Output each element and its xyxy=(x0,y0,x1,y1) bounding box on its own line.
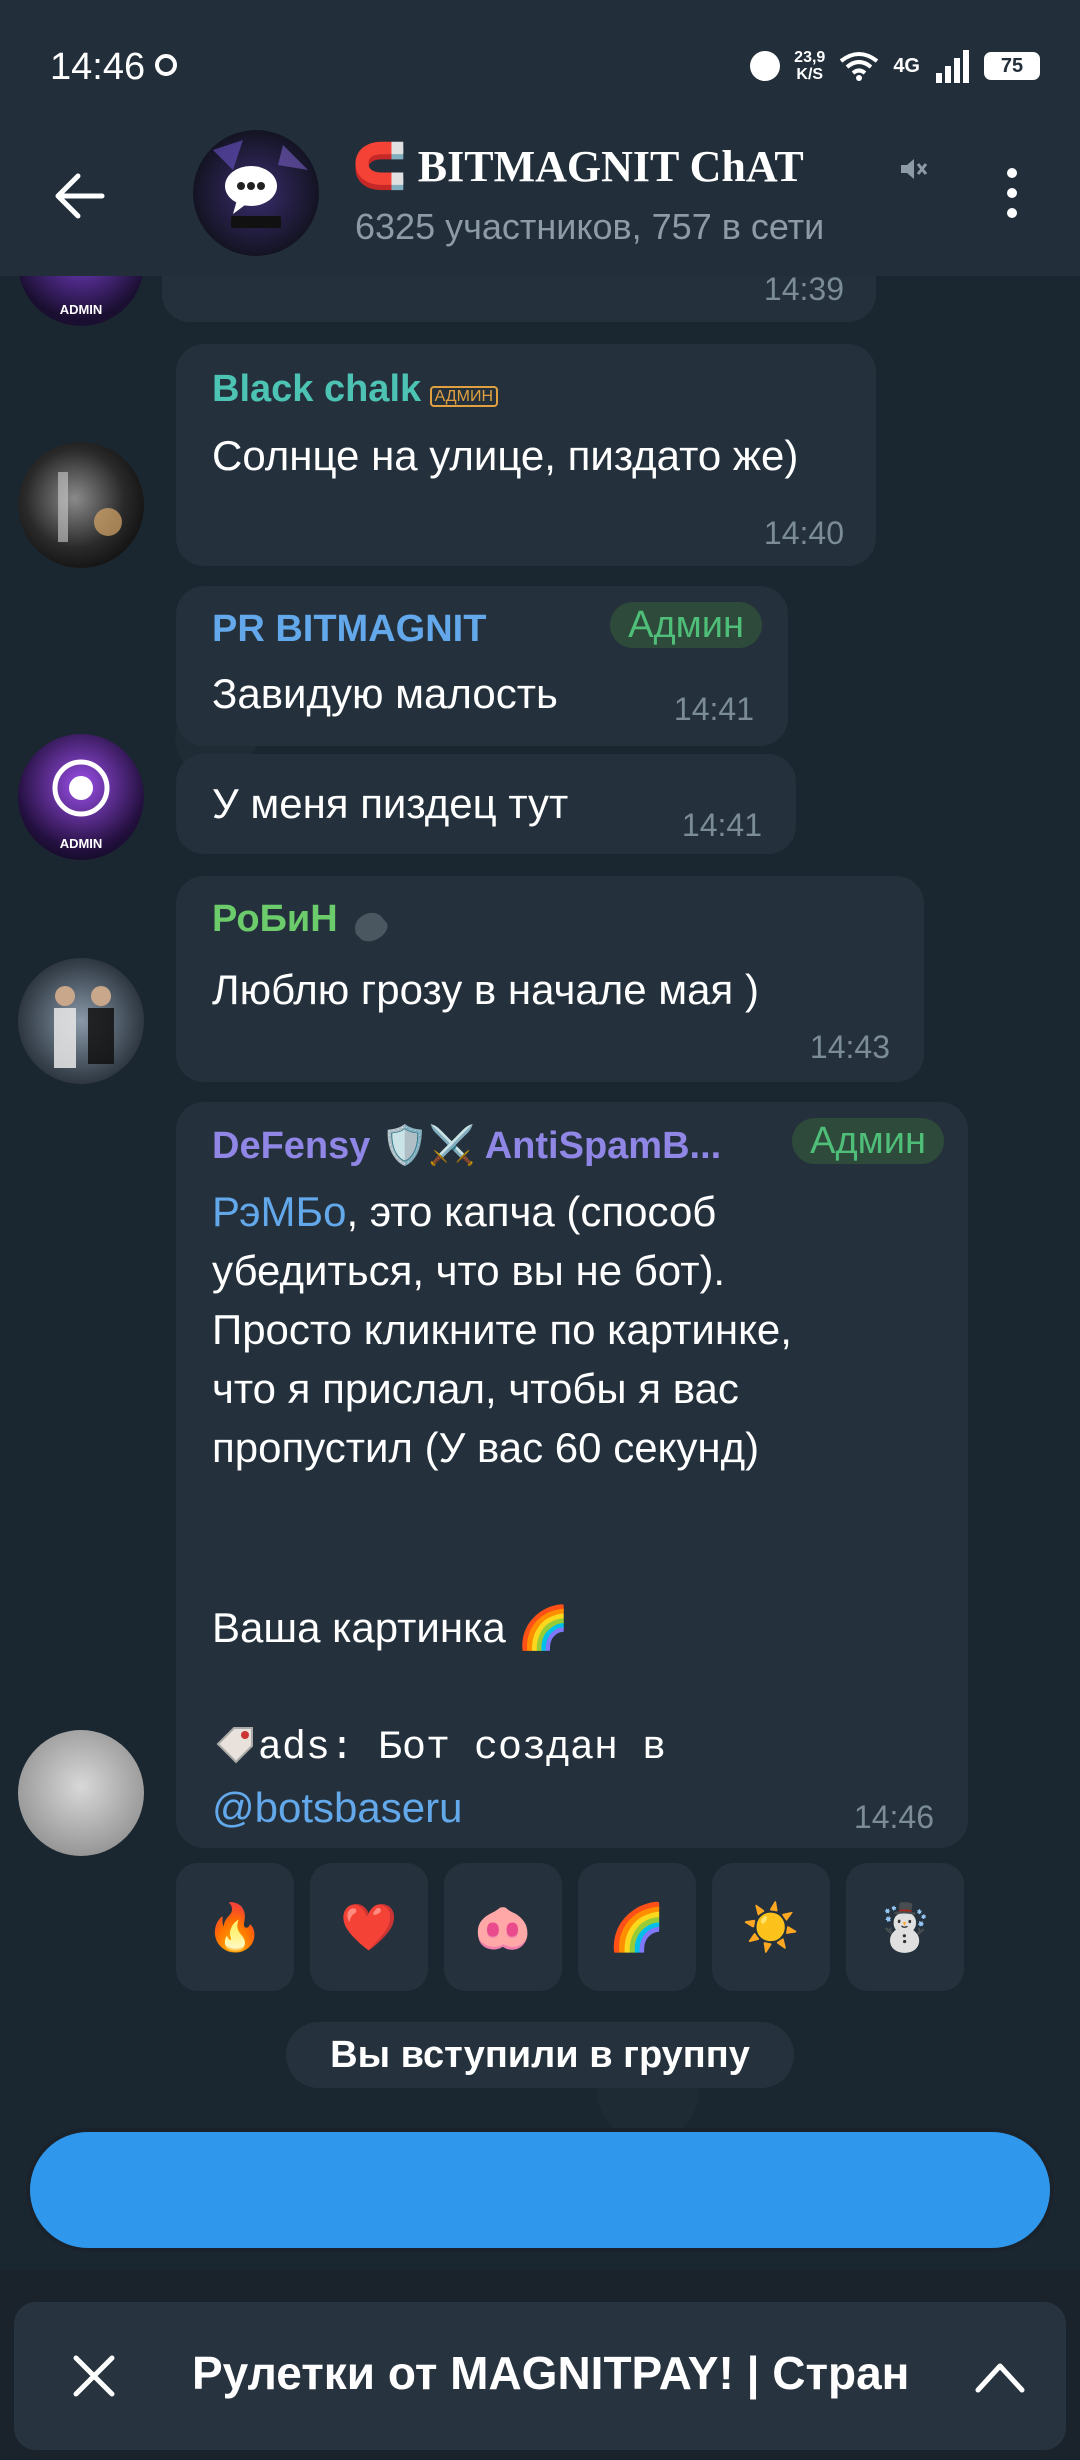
status-icons: 23,9 K/S 4G 75 xyxy=(750,44,1040,88)
message-text: Завидую малость xyxy=(212,670,558,717)
reaction-button[interactable]: 🔥 xyxy=(176,1863,294,1991)
user-photo-icon xyxy=(58,472,122,542)
reaction-button[interactable]: 🌈 xyxy=(578,1863,696,1991)
muted-icon xyxy=(901,159,928,179)
ads-text: ads: Бот создан в xyxy=(258,1726,667,1771)
group-members-count: 6325 участников, 757 в сети xyxy=(355,206,825,247)
magnet-icon: 🧲 xyxy=(352,142,407,191)
back-arrow-icon[interactable] xyxy=(52,168,108,224)
picture-line: Ваша картинка 🌈 xyxy=(212,1604,570,1651)
message-time: 14:46 xyxy=(853,1799,934,1835)
message-text: РэМБо, это капча (способ убедиться, что … xyxy=(212,1182,852,1477)
message-bubble[interactable]: DeFensy 🛡️⚔️ AntiSpamB... Админ РэМБо, э… xyxy=(176,1102,968,1848)
network-speed: 23,9 K/S xyxy=(794,49,825,83)
user-mention[interactable]: РэМБо xyxy=(212,1188,346,1235)
avatar-admin[interactable]: ADMIN xyxy=(18,734,144,860)
message-time: 14:41 xyxy=(681,807,762,843)
tag-icon xyxy=(216,1726,253,1764)
status-bar: 14:46 23,9 K/S 4G 75 xyxy=(0,0,1080,140)
service-message: Вы вступили в группу xyxy=(286,2022,794,2088)
message-header: РоБиН xyxy=(212,898,394,950)
message-bubble[interactable]: РоБиН Люблю грозу в начале мая ) 14:43 xyxy=(176,876,924,1082)
alarm-icon xyxy=(750,51,781,81)
input-area xyxy=(0,2110,1080,2260)
message-bubble[interactable]: PR BITMAGNIT Админ Завидую малость 14:41 xyxy=(176,586,788,746)
message-bubble[interactable]: Black chalk АДМИН Солнце на улице, пизда… xyxy=(176,344,876,566)
battery-indicator: 75 xyxy=(984,52,1040,80)
reaction-button[interactable]: 🐽 xyxy=(444,1863,562,1991)
sender-name[interactable]: РоБиН xyxy=(212,898,338,940)
bottom-action-button[interactable] xyxy=(30,2132,1050,2248)
network-speed-value: 23,9 xyxy=(794,49,826,66)
admin-badge: Админ xyxy=(610,602,762,648)
group-avatar[interactable] xyxy=(193,130,319,256)
message-text: Солнце на улице, пиздато же) xyxy=(212,432,799,479)
chat-header: 🧲 BITMAGNIT ChAT 6325 участников, 757 в … xyxy=(0,120,1080,276)
admin-badge: Админ xyxy=(792,1118,944,1164)
admin-badge-label: Админ xyxy=(792,1118,944,1164)
network-speed-unit: K/S xyxy=(796,66,824,83)
network-type: 4G xyxy=(893,54,920,77)
group-title[interactable]: 🧲 BITMAGNIT ChAT xyxy=(352,140,932,192)
svg-text:ADMIN: ADMIN xyxy=(60,302,103,317)
pinned-text: Рулетки от MAGNITPAY! | Стран xyxy=(192,2347,910,2399)
chat-bubble-icon xyxy=(213,140,308,228)
sender-name[interactable]: Black chalk xyxy=(212,368,421,410)
more-menu-icon[interactable] xyxy=(1000,168,1024,228)
ads-line: ads: Бот создан в @botsbaseru xyxy=(212,1714,912,1837)
message-time: 14:41 xyxy=(673,691,754,727)
group-title-text: BITMAGNIT ChAT xyxy=(417,142,804,191)
bottom-panel: Рулетки от MAGNITPAY! | Стран xyxy=(0,2270,1080,2460)
message-header: Black chalk АДМИН xyxy=(212,368,499,411)
pinned-banner[interactable]: Рулетки от MAGNITPAY! | Стран xyxy=(14,2302,1066,2450)
close-icon[interactable] xyxy=(66,2348,122,2404)
wifi-icon xyxy=(840,52,879,81)
message-time: 14:43 xyxy=(809,1029,890,1065)
reaction-button[interactable]: ❤️ xyxy=(310,1863,428,1991)
message-time: 14:39 xyxy=(763,271,844,307)
reaction-button[interactable]: ☃️ xyxy=(846,1863,964,1991)
message-text: У меня пиздец тут xyxy=(212,780,569,827)
ads-link[interactable]: @botsbaseru xyxy=(212,1784,462,1831)
message-text: Люблю грозу в начале мая ) xyxy=(212,966,759,1013)
avatar-black-chalk[interactable] xyxy=(18,442,144,568)
sender-name[interactable]: DeFensy 🛡️⚔️ AntiSpamB... xyxy=(212,1124,721,1168)
sender-name[interactable]: PR BITMAGNIT xyxy=(212,608,486,651)
admin-tag: АДМИН xyxy=(429,385,499,407)
chevron-up-icon[interactable] xyxy=(972,2352,1028,2400)
user-photo-icon xyxy=(54,986,114,1068)
signal-icon xyxy=(936,50,969,83)
avatar-defensy-bot[interactable] xyxy=(18,1730,144,1856)
avatar-robin[interactable] xyxy=(18,958,144,1084)
premium-emoji-icon xyxy=(355,912,388,942)
reaction-button[interactable]: ☀️ xyxy=(712,1863,830,1991)
svg-text:ADMIN: ADMIN xyxy=(60,836,103,851)
status-time: 14:46 xyxy=(50,46,146,88)
notification-icon xyxy=(155,54,177,76)
admin-badge-label: Админ xyxy=(610,602,762,648)
message-bubble[interactable]: У меня пиздец тут 14:41 xyxy=(176,754,796,854)
admin-avatar-icon: ADMIN xyxy=(52,759,110,851)
message-time: 14:40 xyxy=(763,515,844,551)
